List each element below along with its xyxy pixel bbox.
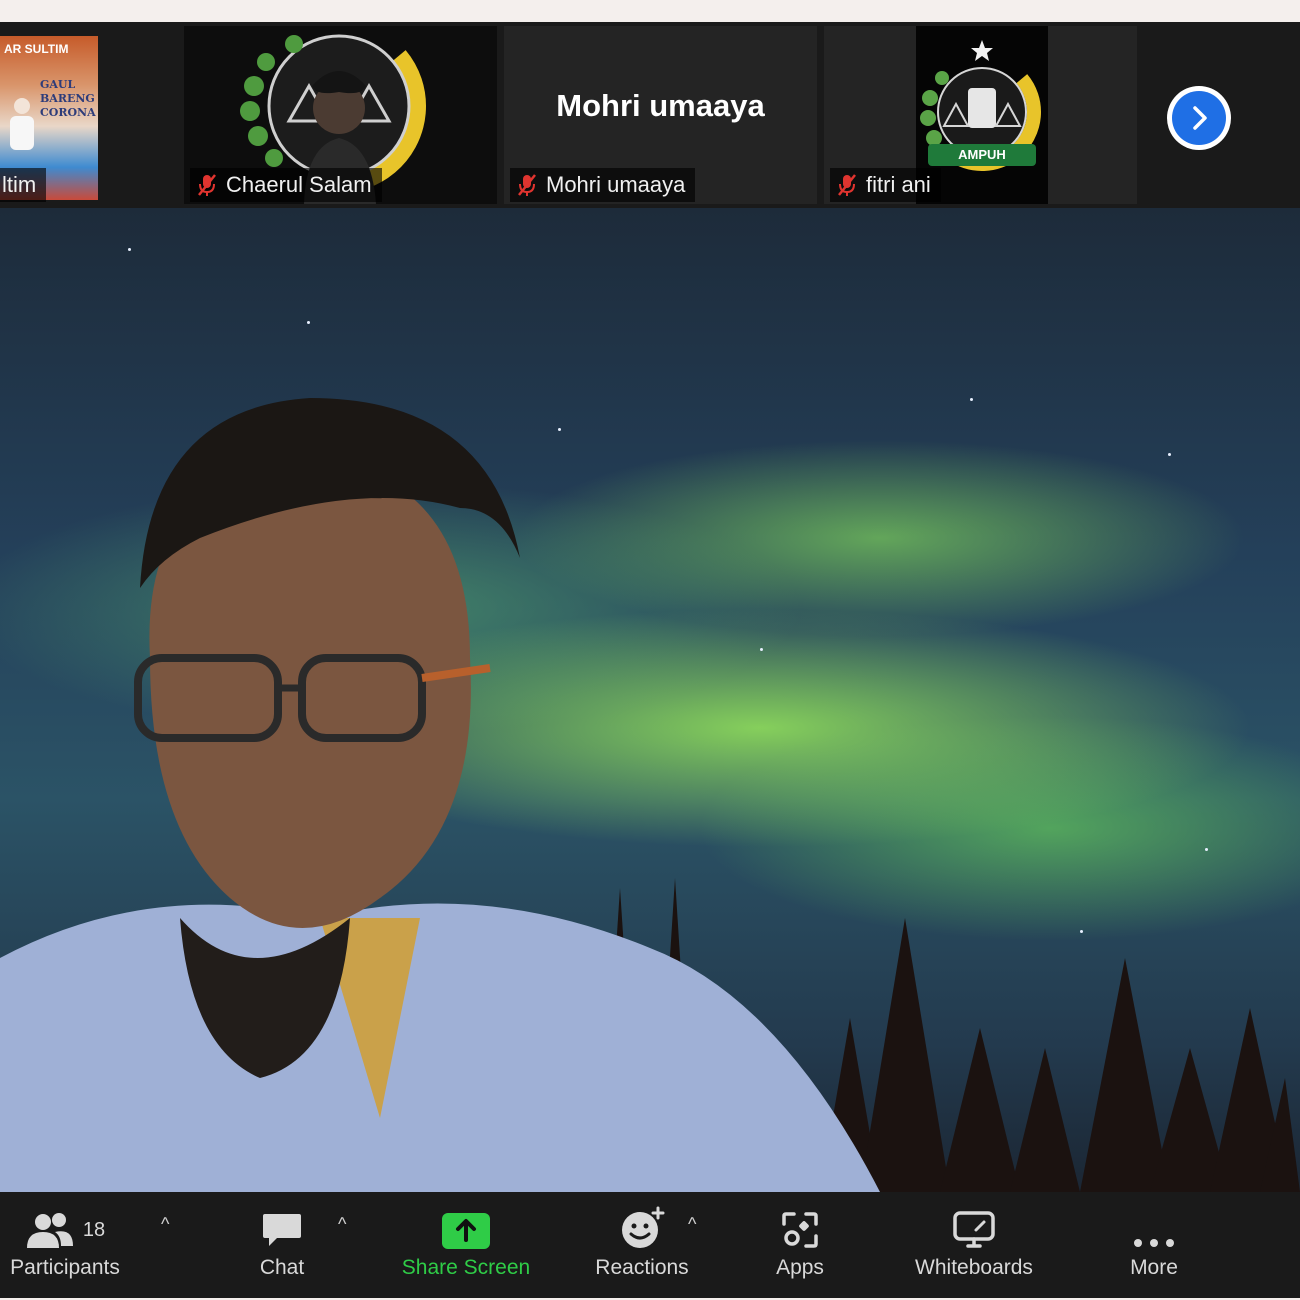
reactions-button[interactable]: Reactions [586, 1192, 698, 1298]
more-dots-icon [1134, 1239, 1174, 1247]
more-icon-wrap [1132, 1192, 1176, 1256]
share-screen-button[interactable]: Share Screen [392, 1192, 540, 1298]
participants-icon-wrap: 18 [25, 1192, 105, 1256]
participant-display-name: Mohri umaaya [556, 88, 765, 123]
microphone-muted-icon [198, 174, 216, 196]
next-button-circle [1172, 91, 1226, 145]
active-speaker-video [0, 208, 1300, 1192]
participants-label: Participants [10, 1256, 120, 1279]
whiteboards-icon-wrap [952, 1192, 996, 1256]
chat-label: Chat [259, 1256, 305, 1279]
participant-name: ltim [2, 172, 37, 197]
participant-tile-fitri-ani[interactable]: AMPUH fitri ani [824, 26, 1137, 204]
participants-icon [26, 1213, 73, 1248]
chat-caret-icon[interactable]: ^ [338, 1214, 346, 1235]
speaker-person-figure [0, 398, 880, 1192]
poster-text-line: CORONA [40, 106, 96, 119]
reactions-caret-icon[interactable]: ^ [688, 1214, 696, 1235]
participants-caret-icon[interactable]: ^ [161, 1214, 169, 1235]
poster-figure-icon [10, 98, 34, 150]
participant-strip: AR SULTIM GAUL BARENG CORONA ltim Chaeru… [0, 22, 1300, 208]
whiteboards-button[interactable]: Whiteboards [900, 1192, 1048, 1298]
star [307, 321, 310, 324]
chat-icon-wrap [261, 1192, 303, 1256]
chat-icon [263, 1214, 301, 1246]
share-icon-wrap [441, 1192, 491, 1256]
share-screen-label: Share Screen [401, 1256, 531, 1279]
next-participants-button[interactable] [1167, 86, 1231, 150]
reactions-smiley-icon [622, 1206, 665, 1248]
participant-name: fitri ani [866, 172, 931, 197]
participant-name-tag: Chaerul Salam [190, 168, 382, 202]
participant-name-tag: ltim [0, 168, 47, 202]
participants-count: 18 [82, 1219, 106, 1241]
chevron-right-icon [1193, 106, 1207, 130]
star [1168, 453, 1171, 456]
star [970, 398, 973, 401]
zoom-meeting-window: AR SULTIM GAUL BARENG CORONA ltim Chaeru… [0, 0, 1300, 1300]
apps-icon-wrap [780, 1192, 820, 1256]
top-bezel [0, 0, 1300, 22]
microphone-muted-icon [518, 174, 536, 196]
poster-text-title: AR SULTIM [4, 42, 69, 56]
microphone-muted-icon [838, 174, 856, 196]
poster-text-line: BARENG [40, 92, 95, 105]
participant-tile-chaerul-salam[interactable]: Chaerul Salam [184, 26, 497, 204]
more-button[interactable]: More [1110, 1192, 1198, 1298]
participant-name: Chaerul Salam [226, 172, 372, 197]
badge-text: AMPUH [958, 147, 1006, 162]
ampuh-badge: AMPUH [928, 144, 1036, 166]
whiteboard-icon [953, 1211, 995, 1248]
star [128, 248, 131, 251]
poster-text-line: GAUL [40, 78, 76, 91]
participant-tile-mohri-umaaya[interactable]: Mohri umaaya Mohri umaaya [504, 26, 817, 204]
participant-name: Mohri umaaya [546, 172, 686, 197]
whiteboards-label: Whiteboards [915, 1256, 1033, 1279]
apps-label: Apps [776, 1256, 824, 1279]
apps-icon [782, 1212, 818, 1248]
meeting-toolbar: 18 Participants ^ Chat ^ Share Screen Re… [0, 1192, 1300, 1298]
participants-button[interactable]: 18 Participants [0, 1192, 130, 1298]
share-screen-icon [442, 1213, 490, 1249]
more-label: More [1130, 1256, 1178, 1279]
chat-button[interactable]: Chat [242, 1192, 322, 1298]
apps-button[interactable]: Apps [760, 1192, 840, 1298]
reactions-icon-wrap [618, 1192, 666, 1256]
reactions-label: Reactions [595, 1256, 689, 1279]
participant-name-tag: fitri ani [830, 168, 941, 202]
participant-tile-sultim[interactable]: AR SULTIM GAUL BARENG CORONA ltim [0, 26, 106, 204]
participant-name-tag: Mohri umaaya [510, 168, 696, 202]
